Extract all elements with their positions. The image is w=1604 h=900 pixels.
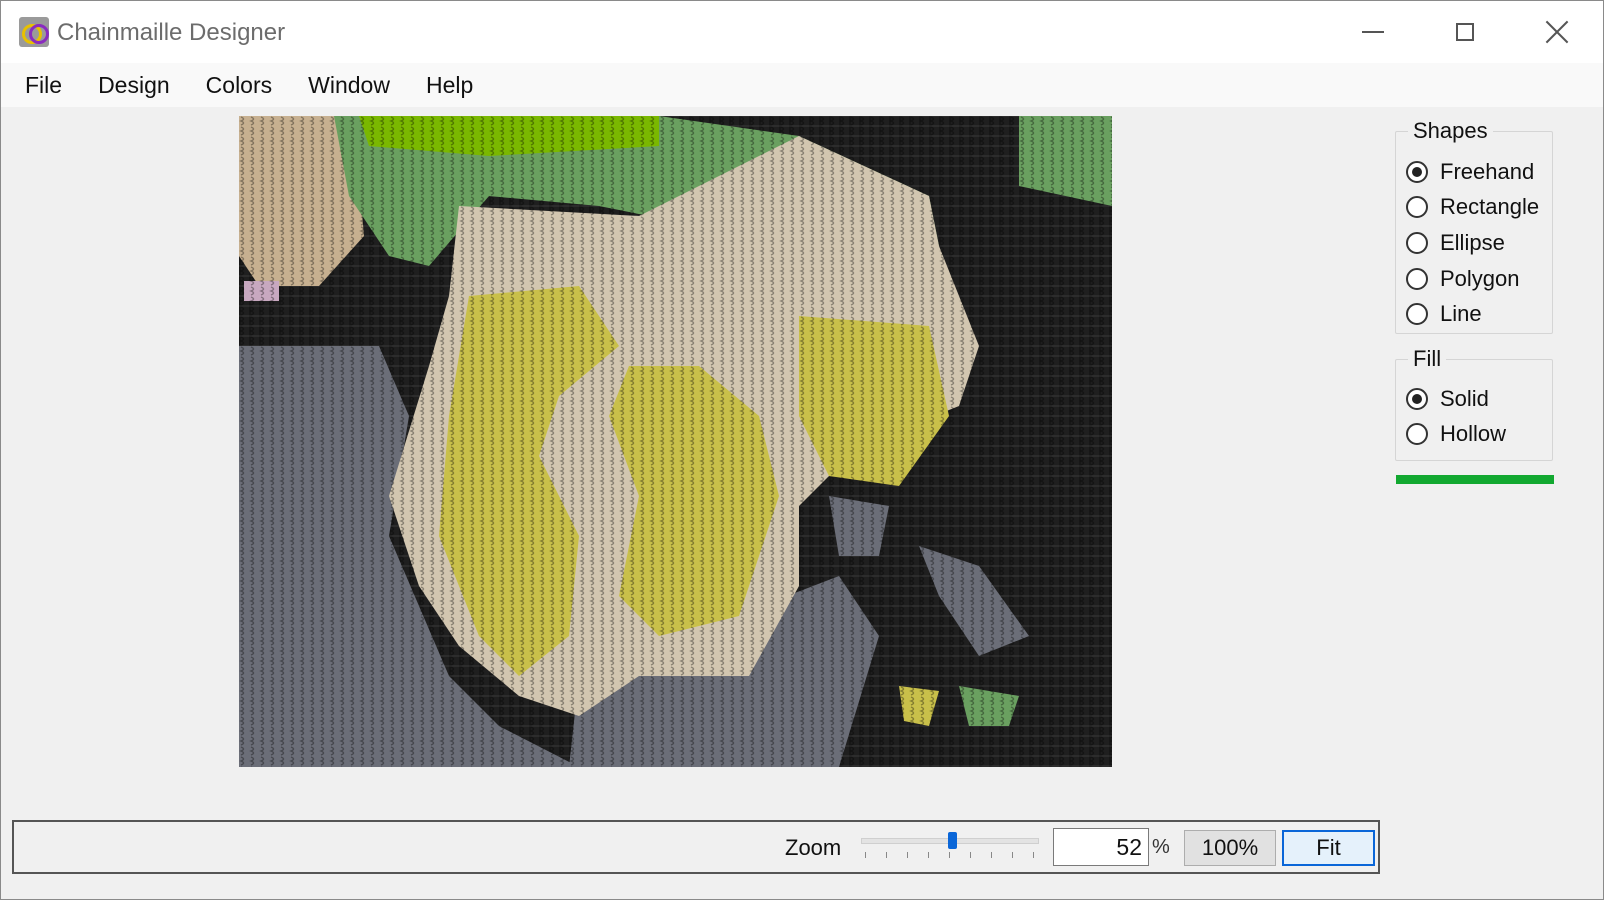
radio-icon	[1406, 423, 1428, 445]
fill-option-hollow[interactable]: Hollow	[1406, 418, 1506, 450]
chainmaille-pattern	[239, 116, 1112, 767]
fill-group-title: Fill	[1408, 346, 1447, 372]
chainmaille-rings-icon	[19, 17, 49, 47]
zoom-fit-button[interactable]: Fit	[1282, 830, 1375, 866]
window-title: Chainmaille Designer	[57, 19, 286, 46]
shape-label: Ellipse	[1440, 230, 1505, 255]
selected-color-bar[interactable]	[1396, 475, 1554, 484]
shapes-group: Shapes Freehand Rectangle Ellipse Polygo…	[1395, 118, 1553, 334]
shapes-group-title: Shapes	[1408, 118, 1493, 144]
slider-tick	[970, 852, 971, 858]
close-button[interactable]	[1511, 1, 1603, 63]
slider-tick	[1012, 852, 1013, 858]
radio-icon	[1406, 196, 1428, 218]
shape-option-line[interactable]: Line	[1406, 298, 1482, 330]
radio-icon	[1406, 268, 1428, 290]
shape-option-freehand[interactable]: Freehand	[1406, 156, 1534, 188]
shape-option-rectangle[interactable]: Rectangle	[1406, 191, 1539, 223]
menu-design[interactable]: Design	[80, 63, 188, 107]
radio-icon	[1406, 232, 1428, 254]
close-icon	[1545, 20, 1569, 44]
fill-option-solid[interactable]: Solid	[1406, 383, 1489, 415]
design-canvas[interactable]	[239, 116, 1112, 767]
zoom-value-input[interactable]	[1053, 828, 1149, 866]
fill-label: Solid	[1440, 386, 1489, 411]
zoom-100-button[interactable]: 100%	[1184, 830, 1276, 866]
minimize-icon	[1362, 31, 1384, 33]
zoom-label: Zoom	[785, 835, 842, 860]
minimize-button[interactable]	[1327, 1, 1419, 63]
shape-label: Freehand	[1440, 159, 1535, 184]
slider-tick	[1033, 852, 1034, 858]
slider-tick	[907, 852, 908, 858]
menu-file[interactable]: File	[1, 63, 80, 107]
menu-window[interactable]: Window	[290, 63, 408, 107]
slider-tick	[928, 852, 929, 858]
title-bar: Chainmaille Designer	[1, 1, 1603, 63]
radio-icon	[1406, 303, 1428, 325]
menu-help[interactable]: Help	[408, 63, 491, 107]
shape-label: Rectangle	[1440, 194, 1540, 219]
fill-label: Hollow	[1440, 421, 1507, 446]
percent-label: %	[1152, 836, 1170, 858]
menu-bar: File Design Colors Window Help	[1, 63, 1603, 107]
menu-colors[interactable]: Colors	[188, 63, 290, 107]
shape-option-ellipse[interactable]: Ellipse	[1406, 227, 1505, 259]
radio-icon	[1406, 388, 1428, 410]
app-window: Chainmaille Designer File Design Colors …	[0, 0, 1604, 900]
status-bar: Zoom % 100% Fit	[12, 820, 1380, 874]
shape-label: Line	[1440, 301, 1482, 326]
slider-tick	[949, 852, 950, 858]
zoom-slider[interactable]	[861, 830, 1039, 866]
slider-tick	[886, 852, 887, 858]
slider-tick	[991, 852, 992, 858]
shape-label: Polygon	[1440, 266, 1520, 291]
maximize-icon	[1456, 23, 1474, 41]
radio-icon	[1406, 161, 1428, 183]
shape-option-polygon[interactable]: Polygon	[1406, 263, 1520, 295]
maximize-button[interactable]	[1419, 1, 1511, 63]
slider-thumb[interactable]	[948, 832, 957, 849]
fill-group: Fill Solid Hollow	[1395, 346, 1553, 461]
slider-tick	[865, 852, 866, 858]
